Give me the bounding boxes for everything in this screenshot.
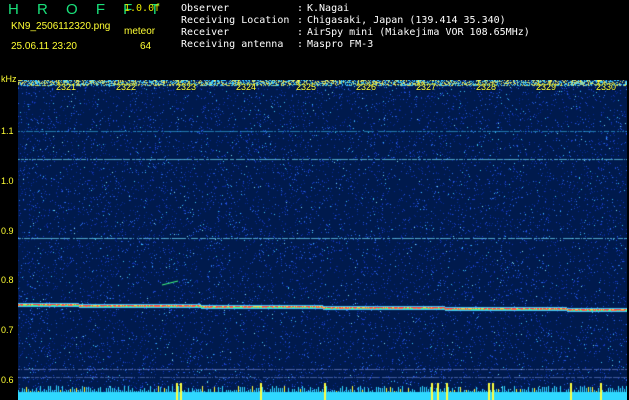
- antenna-value: Maspro FM-3: [307, 39, 374, 50]
- time-tick-2327: 2327: [416, 82, 437, 92]
- time-tick-2326: 2326: [356, 82, 377, 92]
- y-tick-0-7: 0.7: [1, 325, 14, 335]
- y-tick-0-8: 0.8: [1, 275, 14, 285]
- location-key: Receiving Location: [181, 15, 290, 26]
- waterfall-canvas: [18, 80, 627, 400]
- location-colon: :: [297, 15, 304, 26]
- time-tick-2325: 2325: [296, 82, 317, 92]
- y-tick-1-0: 1.0: [1, 176, 14, 186]
- time-tick-2322: 2322: [116, 82, 137, 92]
- time-tick-2328: 2328: [476, 82, 497, 92]
- receiver-value: AirSpy mini (Miakejima VOR 108.65MHz): [307, 27, 530, 38]
- y-tick-1-1: 1.1: [1, 126, 14, 136]
- date-time: 25.06.11 23:20: [11, 41, 77, 52]
- time-tick-2321: 2321: [56, 82, 77, 92]
- observer-value: K.Nagai: [307, 3, 350, 14]
- app-version: 1.0.0f: [124, 3, 161, 14]
- receiver-key: Receiver: [181, 27, 230, 38]
- header: H R O F F T 1.0.0f KN9_2506112320.png me…: [0, 0, 629, 78]
- time-tick-2324: 2324: [236, 82, 257, 92]
- antenna-key: Receiving antenna: [181, 39, 284, 50]
- meteor-count: 64: [140, 41, 152, 52]
- y-tick-0-9: 0.9: [1, 226, 14, 236]
- time-tick-2323: 2323: [176, 82, 197, 92]
- meteor-label: meteor: [124, 26, 156, 37]
- antenna-colon: :: [297, 39, 304, 50]
- y-tick-0-6: 0.6: [1, 375, 14, 385]
- time-tick-2329: 2329: [536, 82, 557, 92]
- observer-colon: :: [297, 3, 304, 14]
- receiver-colon: :: [297, 27, 304, 38]
- time-tick-2330: 2330: [596, 82, 617, 92]
- file-name: KN9_2506112320.png: [11, 21, 111, 32]
- observer-key: Observer: [181, 3, 230, 14]
- location-value: Chigasaki, Japan (139.414 35.340): [307, 15, 506, 26]
- y-axis-unit: kHz: [1, 74, 17, 84]
- waterfall-spectrogram: [18, 80, 627, 400]
